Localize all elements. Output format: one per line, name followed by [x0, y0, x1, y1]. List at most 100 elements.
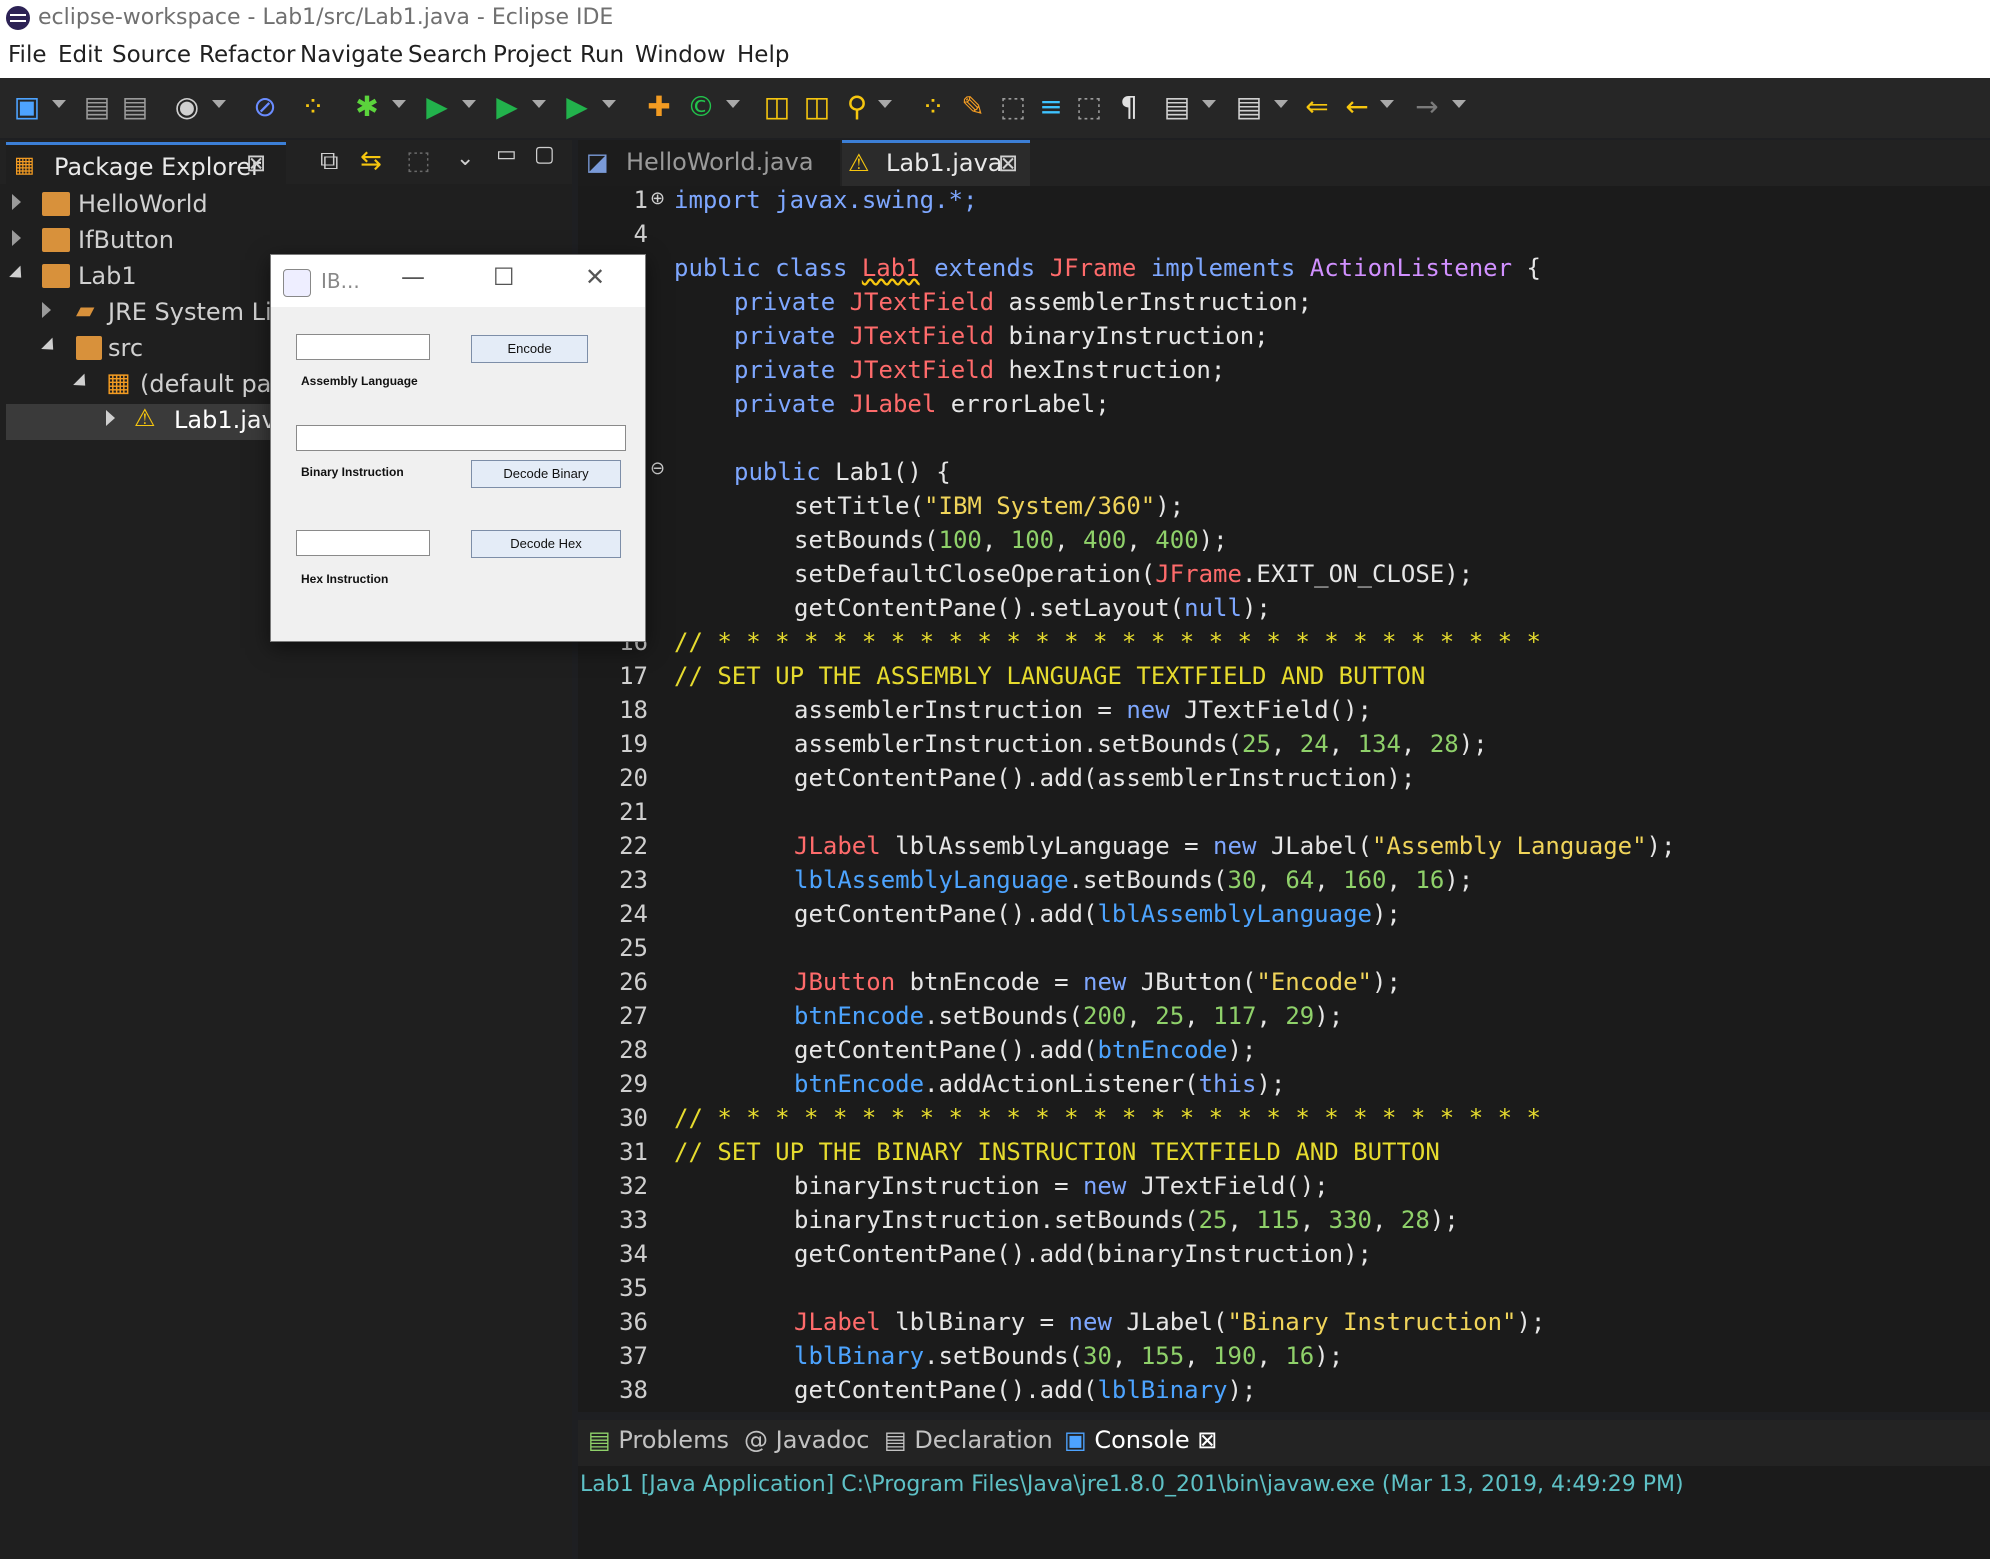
expand-icon[interactable] — [42, 302, 51, 318]
expand-icon[interactable] — [106, 410, 115, 426]
tab-lab1-java[interactable]: ⚠ Lab1.java ⊠ — [842, 140, 1030, 186]
minimize-icon[interactable]: — — [401, 263, 425, 291]
line-number: 35 — [619, 1274, 648, 1302]
menu-window[interactable]: Window — [635, 42, 726, 68]
line-number: 28 — [619, 1036, 648, 1064]
code-line: private JTextField hexInstruction; — [734, 356, 1226, 384]
line-number: 18 — [619, 696, 648, 724]
code-line: btnEncode.addActionListener(this); — [794, 1070, 1286, 1098]
java-file-warning-icon: ⚠ — [134, 404, 156, 432]
menu-navigate[interactable]: Navigate — [300, 42, 403, 68]
code-comment: // SET UP THE ASSEMBLY LANGUAGE TEXTFIEL… — [674, 662, 1426, 690]
tab-package-explorer[interactable]: ▦ Package Explorer ⊠ — [6, 142, 286, 184]
search-icon[interactable]: ⚲ — [840, 90, 874, 124]
profile-icon[interactable]: ◉ — [170, 90, 204, 124]
last-edit-icon[interactable]: ⇐ — [1300, 90, 1334, 124]
focus-icon[interactable]: ⬚ — [406, 146, 431, 176]
open-task-icon[interactable]: ◫ — [800, 90, 834, 124]
mark-occurrences-icon[interactable]: ✎ — [956, 90, 990, 124]
code-editor[interactable]: 1 ⊕ import javax.swing.*; 4 public class… — [578, 186, 1990, 1412]
collapse-icon[interactable] — [41, 337, 59, 356]
tab-problems[interactable]: ▤ Problems — [588, 1426, 729, 1454]
assembler-instruction-field[interactable] — [296, 334, 430, 360]
menu-help[interactable]: Help — [737, 42, 789, 68]
pilcrow-icon[interactable]: ¶ — [1112, 90, 1146, 124]
collapse-all-icon[interactable]: ⧉ — [320, 146, 339, 177]
fold-expand-icon[interactable]: ⊕ — [650, 188, 665, 209]
menu-file[interactable]: File — [8, 42, 47, 68]
prev-annotation-icon[interactable]: ▤ — [1232, 90, 1266, 124]
tab-helloworld-java[interactable]: ◪ HelloWorld.java — [578, 140, 840, 186]
line-number: 21 — [619, 798, 648, 826]
encode-button[interactable]: Encode — [471, 335, 588, 363]
maximize-icon[interactable]: ▢ — [534, 142, 555, 167]
menu-project[interactable]: Project — [493, 42, 572, 68]
back-icon[interactable]: ← — [1340, 90, 1374, 124]
tree-item-helloworld[interactable]: HelloWorld — [0, 188, 572, 224]
build-icon[interactable]: ⁘ — [296, 90, 330, 124]
tab-console[interactable]: ▣ Console ⊠ — [1064, 1426, 1217, 1454]
open-type-icon[interactable]: ◫ — [760, 90, 794, 124]
close-icon[interactable]: ⊠ — [246, 149, 266, 177]
code-line: setBounds(100, 100, 400, 400); — [794, 526, 1228, 554]
package-explorer-label: Package Explorer — [54, 153, 262, 181]
menu-source[interactable]: Source — [112, 42, 191, 68]
code-comment: // * * * * * * * * * * * * * * * * * * *… — [674, 1104, 1541, 1132]
collapse-icon[interactable] — [9, 265, 27, 284]
tab-javadoc[interactable]: @ Javadoc — [744, 1426, 869, 1454]
binary-instruction-field[interactable] — [296, 425, 626, 451]
expand-icon[interactable] — [12, 230, 21, 246]
menu-refactor[interactable]: Refactor — [199, 42, 295, 68]
tree-item-label: IfButton — [78, 226, 174, 254]
minimize-icon[interactable]: ▭ — [496, 142, 517, 167]
expand-icon[interactable] — [12, 194, 21, 210]
bottom-panel-tabs: ▤ Problems @ Javadoc ▤ Declaration ▣ Con… — [578, 1420, 1990, 1466]
line-number: 1 — [633, 186, 648, 214]
line-number: 38 — [619, 1376, 648, 1404]
save-icon[interactable]: ▤ — [80, 90, 114, 124]
new-icon[interactable]: ▣ — [10, 90, 44, 124]
line-number: 20 — [619, 764, 648, 792]
new-java-class-icon[interactable]: © — [684, 90, 718, 124]
link-with-editor-icon[interactable]: ⇆ — [360, 146, 382, 176]
decode-hex-button[interactable]: Decode Hex — [471, 530, 621, 558]
skip-breakpoints-icon[interactable]: ⊘ — [248, 90, 282, 124]
problems-icon: ▤ — [588, 1426, 611, 1454]
close-icon[interactable]: ⊠ — [1197, 1426, 1217, 1454]
code-line: btnEncode.setBounds(200, 25, 117, 29); — [794, 1002, 1344, 1030]
fold-collapse-icon[interactable]: ⊖ — [650, 458, 665, 479]
code-line: lblBinary.setBounds(30, 155, 190, 16); — [794, 1342, 1344, 1370]
close-icon[interactable]: ⊠ — [998, 141, 1018, 185]
project-folder-icon — [42, 228, 70, 252]
decode-binary-button[interactable]: Decode Binary — [471, 460, 621, 488]
view-menu-chevron-down-icon[interactable]: ⌄ — [456, 146, 474, 171]
block-selection-icon[interactable]: ⬚ — [996, 90, 1030, 124]
console-view: Lab1 [Java Application] C:\Program Files… — [578, 1466, 1990, 1559]
new-java-package-icon[interactable]: ✚ — [642, 90, 676, 124]
line-number: 27 — [619, 1002, 648, 1030]
line-number: 36 — [619, 1308, 648, 1336]
debug-icon[interactable]: ✱ — [350, 90, 384, 124]
run-icon[interactable]: ▶ — [420, 90, 454, 124]
annotation-icon[interactable]: ⁘ — [916, 90, 950, 124]
menu-search[interactable]: Search — [408, 42, 487, 68]
assembly-language-label: Assembly Language — [301, 374, 418, 388]
word-wrap-icon[interactable]: ≡ — [1034, 90, 1068, 124]
run-external-icon[interactable]: ▶ — [560, 90, 594, 124]
maximize-icon[interactable]: ☐ — [493, 263, 515, 291]
collapse-icon[interactable] — [73, 373, 91, 392]
coverage-icon[interactable]: ▶ — [490, 90, 524, 124]
show-whitespace-icon[interactable]: ⬚ — [1072, 90, 1106, 124]
tree-item-label: Lab1 — [78, 262, 137, 290]
next-annotation-icon[interactable]: ▤ — [1160, 90, 1194, 124]
menu-run[interactable]: Run — [580, 42, 624, 68]
hex-instruction-field[interactable] — [296, 530, 430, 556]
forward-icon[interactable]: → — [1410, 90, 1444, 124]
tab-declaration[interactable]: ▤ Declaration — [884, 1426, 1053, 1454]
save-all-icon[interactable]: ▤ — [118, 90, 152, 124]
line-number: 37 — [619, 1342, 648, 1370]
menu-edit[interactable]: Edit — [58, 42, 103, 68]
close-icon[interactable]: ✕ — [585, 263, 605, 291]
line-number: 4 — [633, 220, 648, 248]
code-line: JLabel lblBinary = new JLabel("Binary In… — [794, 1308, 1546, 1336]
